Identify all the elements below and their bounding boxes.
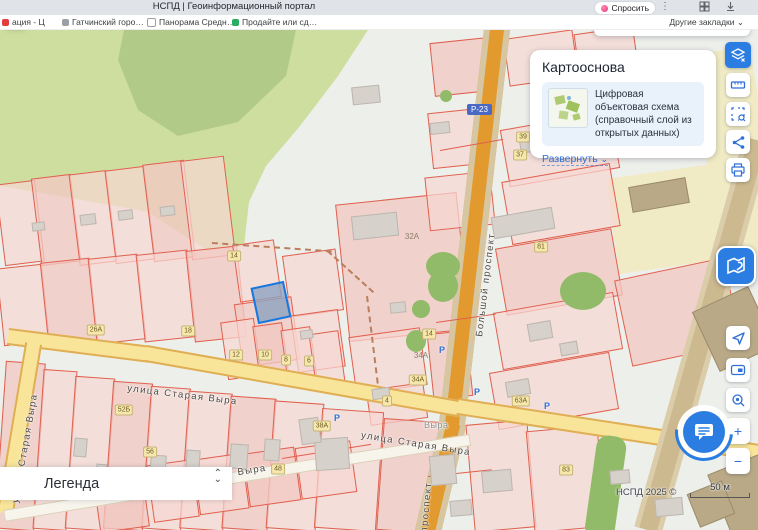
ruler-button[interactable]: [726, 73, 750, 97]
house-number-badge: 63А: [512, 396, 530, 407]
share-button[interactable]: [726, 130, 750, 154]
bookmark-favicon: [62, 19, 69, 26]
building: [351, 212, 399, 241]
collections-icon[interactable]: [699, 1, 710, 12]
parking-icon: Р: [474, 387, 480, 397]
building: [654, 497, 683, 517]
scale-label: 50 м: [690, 482, 750, 493]
building: [429, 121, 450, 135]
bookmark-item[interactable]: Панорама Средн…: [147, 17, 235, 27]
house-number-badge: 34А: [409, 375, 427, 386]
vegetation: [412, 300, 430, 318]
house-number-badge: 14: [227, 251, 241, 262]
vegetation: [440, 90, 452, 102]
bookmark-item[interactable]: ация - Ц: [2, 17, 45, 27]
kebab-menu-icon[interactable]: ⋮: [660, 1, 670, 12]
route-number-badge: Р-23: [467, 104, 492, 115]
building: [449, 499, 472, 517]
bookmark-item[interactable]: Продайте или сд…: [232, 17, 317, 27]
ask-button[interactable]: Спросить: [594, 1, 656, 15]
house-number-badge: 52Б: [115, 405, 133, 416]
basemap-title: Картооснова: [542, 59, 704, 75]
place-label: Выра: [424, 420, 448, 430]
building: [351, 85, 381, 106]
chat-button[interactable]: [683, 411, 725, 453]
legend-panel: Легенда ⌃ ⌄: [0, 467, 232, 500]
building: [609, 469, 630, 485]
bookmark-favicon: [2, 19, 9, 26]
vegetation: [560, 272, 606, 310]
house-number-badge: 26А: [87, 325, 105, 336]
building: [117, 209, 133, 221]
chevron-down-icon: ⌄: [601, 154, 609, 164]
building: [32, 221, 46, 232]
chat-widget[interactable]: [676, 404, 732, 460]
building: [481, 469, 513, 494]
browser-titlebar: НСПД | Геоинформационный портал Спросить…: [0, 0, 758, 15]
bookmarks-bar: ация - Ц Гатчинский горо… Панорама Средн…: [0, 15, 758, 30]
parking-icon: Р: [544, 401, 550, 411]
building: [299, 329, 313, 340]
parking-icon: Р: [439, 345, 445, 355]
house-number-label: 32А: [403, 232, 421, 242]
download-icon[interactable]: [725, 1, 736, 12]
house-number-badge: 12: [229, 350, 243, 361]
house-number-badge: 8: [281, 355, 291, 366]
locate-arrow-button[interactable]: [726, 326, 750, 350]
house-number-badge: 37: [513, 150, 527, 161]
print-button[interactable]: [726, 158, 750, 182]
building: [263, 438, 280, 461]
house-number-badge: 83: [559, 465, 573, 476]
panorama-button[interactable]: [726, 358, 750, 382]
scale-bar: 50 м: [690, 482, 750, 498]
layers-button[interactable]: [725, 42, 751, 68]
basemap-layer-row[interactable]: Цифровая объектовая схема (справочный сл…: [542, 82, 704, 146]
building: [73, 437, 88, 457]
house-number-badge: 81: [534, 242, 548, 253]
house-number-badge: 14: [422, 329, 436, 340]
basemap-card: Картооснова Цифровая объектовая схема (с…: [530, 50, 716, 158]
parking-icon: Р: [334, 413, 340, 423]
basemap-thumbnail: [548, 88, 588, 128]
building: [389, 301, 406, 314]
expand-link[interactable]: Развернуть ⌄: [542, 153, 608, 166]
ask-label: Спросить: [611, 3, 649, 13]
building: [79, 213, 96, 226]
house-number-badge: 4: [382, 396, 392, 407]
map-copyright: НСПД 2025 ©: [616, 487, 676, 498]
scale-line: [690, 493, 750, 498]
bookmark-favicon: [232, 19, 239, 26]
house-number-badge: 10: [258, 350, 272, 361]
house-number-badge: 48: [271, 464, 285, 475]
house-number-badge: 6: [304, 356, 314, 367]
house-number-badge: 38А: [313, 421, 331, 432]
tab-title: НСПД | Геоинформационный портал: [60, 1, 408, 12]
bookmark-item[interactable]: Гатчинский горо…: [62, 17, 144, 27]
vegetation: [428, 270, 458, 302]
select-area-button[interactable]: [726, 102, 750, 126]
building: [159, 205, 175, 217]
bookmark-favicon: [147, 18, 156, 27]
assistant-icon: [601, 5, 608, 12]
house-number-badge: 39: [516, 132, 530, 143]
house-number-badge: 18: [181, 326, 195, 337]
basemap-description: Цифровая объектовая схема (справочный сл…: [595, 88, 698, 140]
house-number-badge: 56: [143, 447, 157, 458]
house-number-label: 34А: [412, 351, 430, 361]
legend-expand-toggle[interactable]: ⌃ ⌄: [214, 471, 222, 483]
legend-title: Легенда: [44, 476, 99, 492]
other-bookmarks[interactable]: Другие закладки ⌄: [669, 17, 744, 28]
map-catalog-button[interactable]: [716, 246, 756, 286]
selected-parcel[interactable]: [251, 281, 292, 324]
